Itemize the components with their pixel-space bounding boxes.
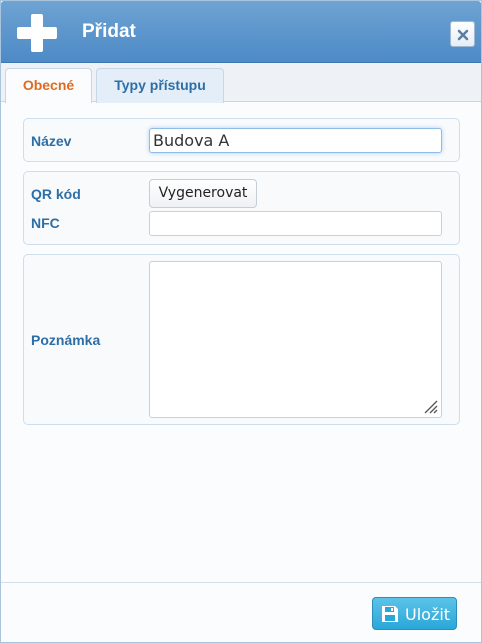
note-label: Poznámka	[31, 332, 101, 348]
tab-bar: Obecné Typy přístupu	[1, 63, 481, 103]
close-icon	[457, 29, 469, 41]
nfc-label: NFC	[31, 215, 60, 231]
dialog-title: Přidat	[82, 21, 136, 42]
close-button[interactable]	[450, 21, 475, 47]
save-button[interactable]: Uložit	[372, 597, 457, 630]
footer-divider	[1, 582, 481, 583]
generate-button[interactable]: Vygenerovat	[149, 179, 257, 208]
name-field[interactable]: Budova A	[149, 128, 442, 153]
name-label: Název	[31, 133, 72, 149]
qr-code-label: QR kód	[31, 186, 81, 202]
save-label: Uložit	[405, 605, 451, 624]
tab-access-types[interactable]: Typy přístupu	[96, 68, 224, 103]
floppy-disk-icon	[382, 606, 398, 622]
nfc-field[interactable]	[149, 211, 442, 236]
dialog-titlebar: Přidat	[1, 1, 481, 63]
add-dialog: Přidat Obecné Typy přístupu Název Budova…	[0, 0, 482, 643]
resize-handle-icon[interactable]	[422, 398, 438, 414]
note-textarea[interactable]	[149, 261, 442, 418]
plus-icon	[17, 14, 57, 52]
tab-general[interactable]: Obecné	[5, 68, 92, 103]
